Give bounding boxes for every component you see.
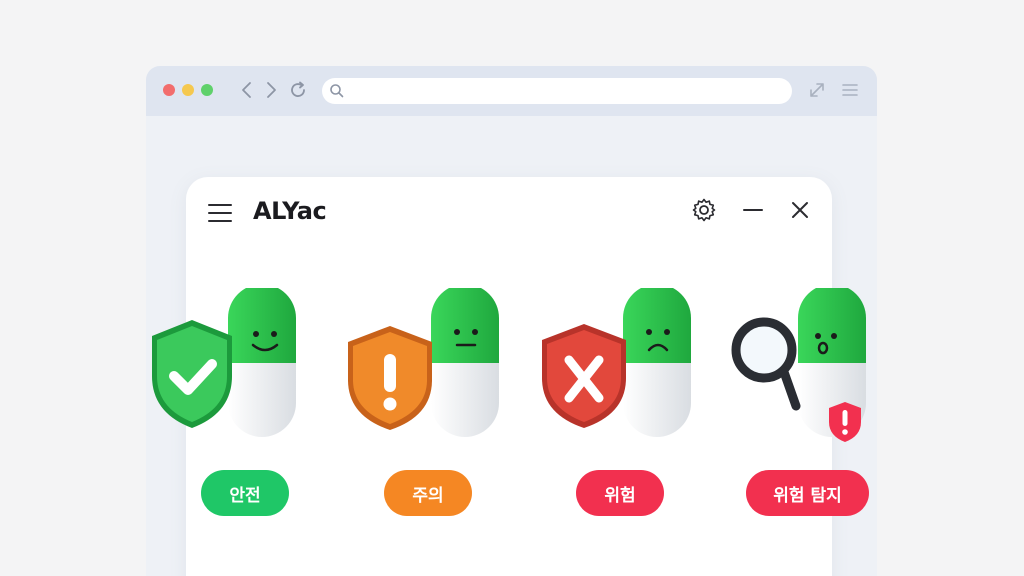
reload-icon[interactable] (287, 79, 309, 101)
browser-toolbar (146, 66, 877, 116)
pill-icon (228, 288, 296, 437)
window-maximize-dot[interactable] (201, 84, 213, 96)
pill-icon (623, 288, 691, 437)
pill-icon (431, 288, 499, 437)
safe-status-button[interactable]: 안전 (201, 470, 289, 516)
danger-status-button[interactable]: 위험 (576, 470, 664, 516)
app-header: ALYac (186, 177, 832, 247)
window-minimize-dot[interactable] (182, 84, 194, 96)
back-icon[interactable] (236, 79, 258, 101)
detect-illustration (731, 288, 866, 442)
search-icon (330, 84, 344, 98)
caution-status-button[interactable]: 주의 (384, 470, 472, 516)
threat-detected-status-button[interactable]: 위험 탐지 (746, 470, 869, 516)
hamburger-menu-icon[interactable] (208, 202, 232, 224)
safe-illustration (152, 288, 296, 437)
close-icon[interactable] (787, 197, 813, 223)
exclamation-shield-icon (348, 326, 432, 430)
caution-illustration (348, 288, 499, 437)
window-close-dot[interactable] (163, 84, 175, 96)
forward-icon[interactable] (260, 79, 282, 101)
check-shield-icon (152, 320, 232, 428)
minimize-icon[interactable] (740, 197, 766, 223)
gear-icon[interactable] (691, 197, 717, 223)
danger-illustration (542, 288, 691, 437)
expand-icon[interactable] (806, 79, 828, 101)
address-bar[interactable] (322, 78, 792, 104)
app-title: ALYac (253, 197, 327, 225)
menu-icon[interactable] (839, 79, 861, 101)
magnifier-icon (731, 317, 801, 411)
x-shield-icon (542, 324, 626, 428)
